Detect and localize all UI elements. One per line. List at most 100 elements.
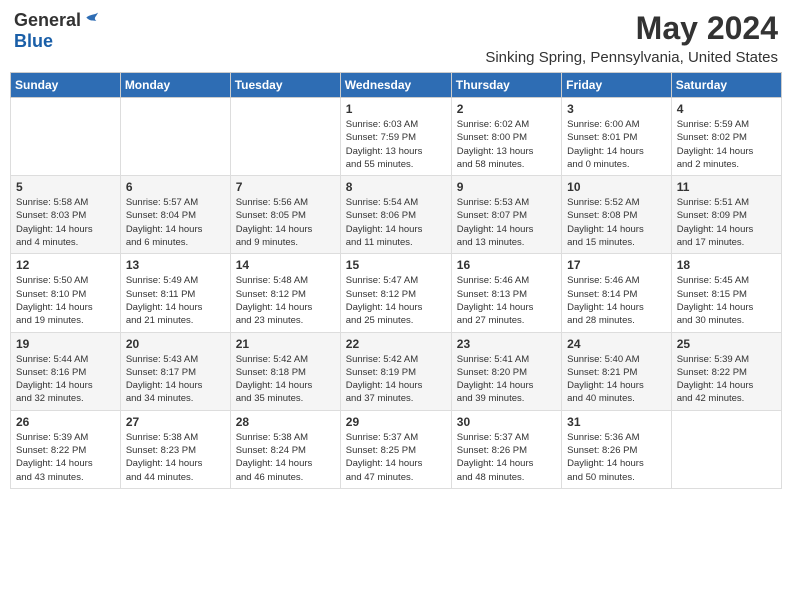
day-info: Sunrise: 5:52 AM Sunset: 8:08 PM Dayligh…	[567, 196, 666, 249]
logo-general-text: General	[14, 10, 81, 31]
calendar-week-row: 19Sunrise: 5:44 AM Sunset: 8:16 PM Dayli…	[11, 332, 782, 410]
calendar-day-cell: 10 Sunrise: 5:52 AM Sunset: 8:08 PM Dayli…	[562, 176, 672, 254]
calendar-day-cell: 2Sunrise: 6:02 AM Sunset: 8:00 PM Daylig…	[451, 98, 561, 176]
day-number: 10	[567, 180, 666, 194]
title-section: May 2024 Sinking Spring, Pennsylvania, U…	[485, 10, 778, 66]
day-info: Sunrise: 5:38 AM Sunset: 8:23 PM Dayligh…	[126, 431, 225, 484]
day-info: Sunrise: 5:41 AM Sunset: 8:20 PM Dayligh…	[457, 353, 556, 406]
day-number: 6	[126, 180, 225, 194]
calendar-day-cell: 29 Sunrise: 5:37 AM Sunset: 8:25 PM Dayli…	[340, 410, 451, 488]
calendar-day-cell: 5 Sunrise: 5:58 AM Sunset: 8:03 PM Daylig…	[11, 176, 121, 254]
day-number: 9	[457, 180, 556, 194]
calendar-day-cell: 18 Sunrise: 5:45 AM Sunset: 8:15 PM Dayli…	[671, 254, 781, 332]
calendar-day-cell: 24 Sunrise: 5:40 AM Sunset: 8:21 PM Dayli…	[562, 332, 672, 410]
calendar-day-cell: 13Sunrise: 5:49 AM Sunset: 8:11 PM Dayli…	[120, 254, 230, 332]
weekday-header-wednesday: Wednesday	[340, 73, 451, 98]
day-number: 13	[126, 258, 225, 272]
day-number: 30	[457, 415, 556, 429]
day-number: 14	[236, 258, 335, 272]
day-number: 24	[567, 337, 666, 351]
calendar-day-cell: 25 Sunrise: 5:39 AM Sunset: 8:22 PM Dayli…	[671, 332, 781, 410]
day-info: Sunrise: 5:51 AM Sunset: 8:09 PM Dayligh…	[677, 196, 776, 249]
day-info: Sunrise: 5:57 AM Sunset: 8:04 PM Dayligh…	[126, 196, 225, 249]
calendar-day-cell: 12 Sunrise: 5:50 AM Sunset: 8:10 PM Dayli…	[11, 254, 121, 332]
day-info: Sunrise: 5:42 AM Sunset: 8:18 PM Dayligh…	[236, 353, 335, 406]
weekday-header-row: SundayMondayTuesdayWednesdayThursdayFrid…	[11, 73, 782, 98]
day-number: 5	[16, 180, 115, 194]
calendar-day-cell: 30 Sunrise: 5:37 AM Sunset: 8:26 PM Dayli…	[451, 410, 561, 488]
day-info: Sunrise: 6:03 AM Sunset: 7:59 PM Dayligh…	[346, 118, 446, 171]
day-info: Sunrise: 5:42 AM Sunset: 8:19 PM Dayligh…	[346, 353, 446, 406]
day-number: 15	[346, 258, 446, 272]
day-info: Sunrise: 5:37 AM Sunset: 8:25 PM Dayligh…	[346, 431, 446, 484]
day-number: 17	[567, 258, 666, 272]
day-number: 25	[677, 337, 776, 351]
calendar-day-cell: 14 Sunrise: 5:48 AM Sunset: 8:12 PM Dayli…	[230, 254, 340, 332]
day-number: 20	[126, 337, 225, 351]
weekday-header-saturday: Saturday	[671, 73, 781, 98]
weekday-header-monday: Monday	[120, 73, 230, 98]
day-info: Sunrise: 5:54 AM Sunset: 8:06 PM Dayligh…	[346, 196, 446, 249]
day-info: Sunrise: 5:39 AM Sunset: 8:22 PM Dayligh…	[16, 431, 115, 484]
day-info: Sunrise: 5:36 AM Sunset: 8:26 PM Dayligh…	[567, 431, 666, 484]
day-info: Sunrise: 5:48 AM Sunset: 8:12 PM Dayligh…	[236, 274, 335, 327]
day-number: 8	[346, 180, 446, 194]
calendar-empty-cell	[120, 98, 230, 176]
calendar-day-cell: 19Sunrise: 5:44 AM Sunset: 8:16 PM Dayli…	[11, 332, 121, 410]
calendar-empty-cell	[230, 98, 340, 176]
day-info: Sunrise: 5:46 AM Sunset: 8:13 PM Dayligh…	[457, 274, 556, 327]
calendar-day-cell: 11 Sunrise: 5:51 AM Sunset: 8:09 PM Dayli…	[671, 176, 781, 254]
day-info: Sunrise: 5:43 AM Sunset: 8:17 PM Dayligh…	[126, 353, 225, 406]
day-number: 31	[567, 415, 666, 429]
day-number: 12	[16, 258, 115, 272]
calendar-day-cell: 23 Sunrise: 5:41 AM Sunset: 8:20 PM Dayli…	[451, 332, 561, 410]
calendar-day-cell: 21 Sunrise: 5:42 AM Sunset: 8:18 PM Dayli…	[230, 332, 340, 410]
day-info: Sunrise: 5:46 AM Sunset: 8:14 PM Dayligh…	[567, 274, 666, 327]
calendar-week-row: 26 Sunrise: 5:39 AM Sunset: 8:22 PM Dayli…	[11, 410, 782, 488]
day-number: 21	[236, 337, 335, 351]
day-number: 29	[346, 415, 446, 429]
day-number: 28	[236, 415, 335, 429]
calendar-day-cell: 20 Sunrise: 5:43 AM Sunset: 8:17 PM Dayli…	[120, 332, 230, 410]
calendar-empty-cell	[671, 410, 781, 488]
day-info: Sunrise: 5:53 AM Sunset: 8:07 PM Dayligh…	[457, 196, 556, 249]
day-info: Sunrise: 5:38 AM Sunset: 8:24 PM Dayligh…	[236, 431, 335, 484]
day-number: 26	[16, 415, 115, 429]
day-number: 4	[677, 102, 776, 116]
day-number: 23	[457, 337, 556, 351]
calendar-day-cell: 27 Sunrise: 5:38 AM Sunset: 8:23 PM Dayli…	[120, 410, 230, 488]
day-info: Sunrise: 5:39 AM Sunset: 8:22 PM Dayligh…	[677, 353, 776, 406]
day-number: 27	[126, 415, 225, 429]
logo-bird-icon	[83, 11, 103, 31]
day-number: 18	[677, 258, 776, 272]
page-header: General Blue May 2024 Sinking Spring, Pe…	[10, 10, 782, 66]
calendar-week-row: 12 Sunrise: 5:50 AM Sunset: 8:10 PM Dayli…	[11, 254, 782, 332]
day-info: Sunrise: 5:58 AM Sunset: 8:03 PM Dayligh…	[16, 196, 115, 249]
location-title: Sinking Spring, Pennsylvania, United Sta…	[485, 49, 778, 66]
calendar-day-cell: 8 Sunrise: 5:54 AM Sunset: 8:06 PM Daylig…	[340, 176, 451, 254]
calendar-day-cell: 9 Sunrise: 5:53 AM Sunset: 8:07 PM Daylig…	[451, 176, 561, 254]
day-number: 7	[236, 180, 335, 194]
weekday-header-friday: Friday	[562, 73, 672, 98]
weekday-header-sunday: Sunday	[11, 73, 121, 98]
calendar-day-cell: 7Sunrise: 5:56 AM Sunset: 8:05 PM Daylig…	[230, 176, 340, 254]
calendar-day-cell: 28 Sunrise: 5:38 AM Sunset: 8:24 PM Dayli…	[230, 410, 340, 488]
day-number: 1	[346, 102, 446, 116]
logo-blue-text: Blue	[14, 31, 53, 52]
day-info: Sunrise: 6:02 AM Sunset: 8:00 PM Dayligh…	[457, 118, 556, 171]
day-info: Sunrise: 5:37 AM Sunset: 8:26 PM Dayligh…	[457, 431, 556, 484]
month-title: May 2024	[485, 10, 778, 47]
calendar-table: SundayMondayTuesdayWednesdayThursdayFrid…	[10, 72, 782, 489]
calendar-day-cell: 15Sunrise: 5:47 AM Sunset: 8:12 PM Dayli…	[340, 254, 451, 332]
day-info: Sunrise: 5:50 AM Sunset: 8:10 PM Dayligh…	[16, 274, 115, 327]
calendar-day-cell: 6 Sunrise: 5:57 AM Sunset: 8:04 PM Daylig…	[120, 176, 230, 254]
day-info: Sunrise: 5:45 AM Sunset: 8:15 PM Dayligh…	[677, 274, 776, 327]
day-info: Sunrise: 5:59 AM Sunset: 8:02 PM Dayligh…	[677, 118, 776, 171]
day-info: Sunrise: 5:40 AM Sunset: 8:21 PM Dayligh…	[567, 353, 666, 406]
day-number: 3	[567, 102, 666, 116]
calendar-day-cell: 17 Sunrise: 5:46 AM Sunset: 8:14 PM Dayli…	[562, 254, 672, 332]
day-number: 11	[677, 180, 776, 194]
calendar-day-cell: 3Sunrise: 6:00 AM Sunset: 8:01 PM Daylig…	[562, 98, 672, 176]
calendar-day-cell: 31 Sunrise: 5:36 AM Sunset: 8:26 PM Dayli…	[562, 410, 672, 488]
calendar-day-cell: 26 Sunrise: 5:39 AM Sunset: 8:22 PM Dayli…	[11, 410, 121, 488]
